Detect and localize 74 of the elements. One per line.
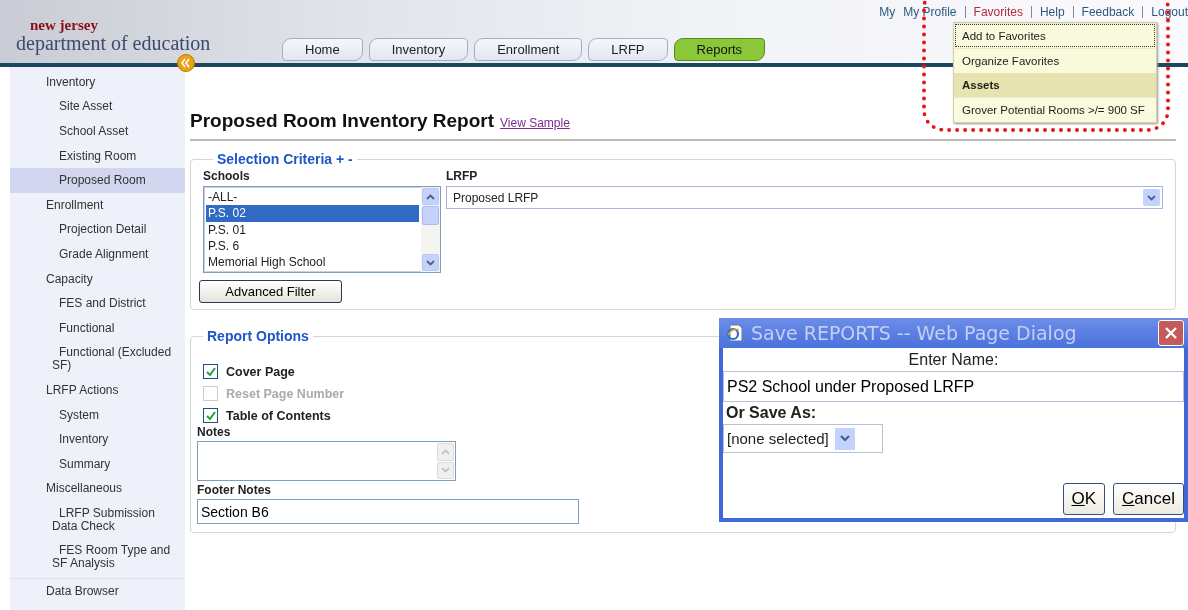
chevron-down-icon[interactable]	[839, 435, 850, 442]
school-option[interactable]: P.S. 01	[206, 221, 419, 238]
logo-department-name: department of education	[16, 33, 211, 53]
nav-tab[interactable]: LRFP	[588, 38, 668, 61]
menu-group-heading: Assets	[954, 73, 1156, 97]
lrfp-dropdown[interactable]: Proposed LRFP	[446, 186, 1163, 209]
sidebar-item[interactable]: Projection Detail	[10, 217, 185, 243]
sidebar-section[interactable]: Miscellaneous	[10, 476, 185, 502]
header-link[interactable]: Logout	[1151, 5, 1188, 19]
collapse-icon[interactable]	[177, 54, 195, 72]
sidebar-item[interactable]: School Asset	[10, 119, 185, 144]
sidebar-item[interactable]: Existing Room	[10, 143, 185, 169]
close-button[interactable]	[1158, 320, 1184, 346]
checkbox[interactable]	[203, 408, 218, 423]
sidebar-item[interactable]: Data Browser	[10, 578, 185, 604]
sidebar-section[interactable]: LRFP Actions	[10, 378, 185, 403]
sidebar-item[interactable]: System	[10, 402, 185, 428]
nav-tab[interactable]: Reports	[673, 38, 766, 61]
header-link[interactable]: Feedback	[1081, 5, 1135, 19]
sidebar-item[interactable]: Inventory	[10, 427, 185, 452]
dialog-button[interactable]: OK	[1062, 483, 1106, 515]
sidebar-item[interactable]: Proposed Room	[10, 168, 185, 193]
checkbox-label: Table of Contents	[226, 408, 331, 423]
dialog-button[interactable]: Cancel	[1113, 483, 1184, 515]
chevron-down-icon[interactable]	[1147, 194, 1156, 201]
sidebar-section[interactable]: Inventory	[10, 70, 185, 95]
sidebar-item[interactable]: Grade Alignment	[10, 242, 185, 267]
section-legend: Selection Criteria + -	[213, 151, 357, 167]
sidebar-section[interactable]: Enrollment	[10, 192, 185, 218]
view-sample-link[interactable]: View Sample	[500, 116, 570, 130]
school-option[interactable]: -ALL-	[206, 189, 419, 206]
menu-item[interactable]: Grover Potential Rooms >/= 900 SF	[954, 97, 1156, 122]
section-legend: Report Options	[203, 328, 313, 344]
menu-item[interactable]: Add to Favorites	[954, 23, 1156, 48]
schools-label: Schools	[203, 169, 250, 183]
logo-state-name: new jersey	[29, 18, 98, 33]
sidebar-section[interactable]: Capacity	[10, 266, 185, 292]
header-link[interactable]: Help	[1039, 5, 1065, 19]
header-link[interactable]: My	[879, 5, 896, 19]
nav-tab[interactable]: Inventory	[368, 38, 469, 61]
checkbox-label: Cover Page	[226, 364, 295, 379]
nav-tab[interactable]: Home	[282, 38, 363, 61]
checkbox-label: Reset Page Number	[226, 386, 345, 401]
dialog-title: Save REPORTS -- Web Page Dialog	[751, 322, 1078, 344]
school-option[interactable]: P.S. 6	[206, 237, 419, 255]
sidebar-item[interactable]: Functional	[10, 315, 185, 341]
sidebar-item[interactable]: FES Room Type and SF Analysis	[10, 538, 185, 577]
prompt-label: Enter Name:	[908, 350, 999, 370]
school-option[interactable]: Memorial High School	[206, 254, 419, 271]
chevron-down-icon[interactable]	[426, 259, 435, 266]
footer-notes-label: Footer Notes	[197, 483, 271, 497]
sidebar-item[interactable]: Functional (Excluded SF)	[10, 340, 185, 379]
sidebar-item[interactable]: LRFP Submission Data Check	[10, 501, 185, 539]
schools-listbox[interactable]: -ALL- P.S. 02 P.S. 01 P.S. 6 Memorial High School	[203, 186, 441, 273]
page-icon	[725, 323, 745, 343]
lrfp-label: LRFP	[446, 169, 478, 183]
header-link[interactable]: Favorites	[973, 5, 1023, 19]
name-field[interactable]: PS2 School under Proposed LRFP	[723, 371, 1184, 402]
checkbox[interactable]	[203, 364, 218, 379]
sidebar-item[interactable]: Site Asset	[10, 94, 185, 120]
save-as-label: Or Save As:	[725, 403, 818, 423]
school-option[interactable]: P.S. 02	[206, 205, 419, 222]
close-icon[interactable]	[1164, 326, 1178, 340]
nav-tab[interactable]: Enrollment	[474, 38, 583, 61]
save-as-dropdown[interactable]: [none selected]	[723, 424, 883, 453]
sidebar-item[interactable]: Summary	[10, 451, 185, 477]
page-title: Proposed Room Inventory Report	[190, 110, 495, 132]
chevron-up-icon[interactable]	[426, 193, 435, 200]
footer-notes-field[interactable]: Section B6	[197, 499, 579, 524]
scrollbar-thumb[interactable]	[422, 206, 439, 225]
scrollbar[interactable]	[421, 187, 440, 272]
sidebar-item[interactable]: FES and District	[10, 291, 185, 316]
advanced-filter-button[interactable]: Advanced Filter	[199, 280, 342, 303]
notes-label: Notes	[197, 425, 231, 439]
